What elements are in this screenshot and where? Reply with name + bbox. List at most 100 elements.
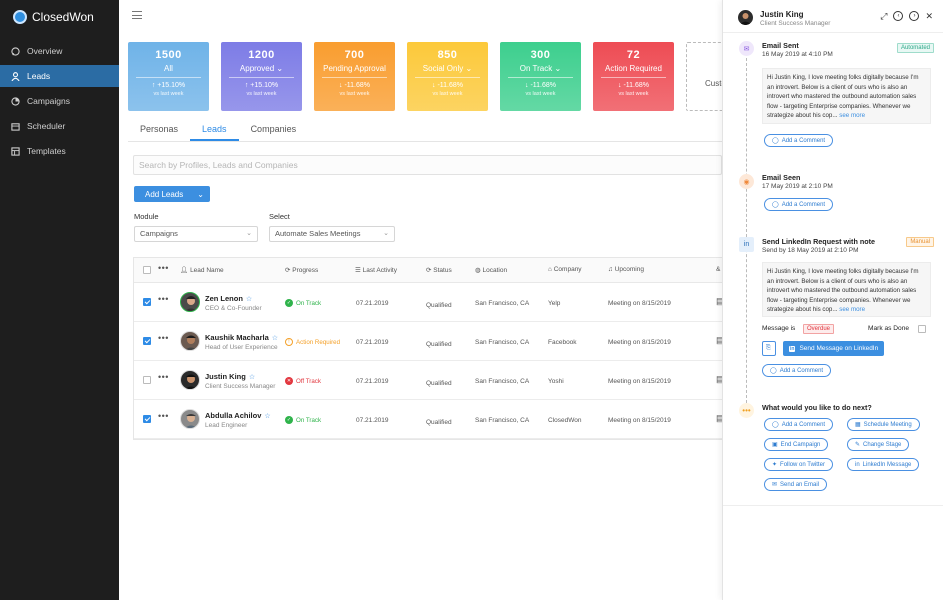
calendar-icon: ▦ — [855, 422, 861, 428]
summary-cards: 1500 All ↑ +15.10% vs last week 1200 App… — [128, 42, 724, 111]
tab-leads[interactable]: Leads — [190, 118, 239, 141]
sidebar-item-scheduler[interactable]: Scheduler — [0, 115, 119, 137]
app-logo[interactable]: ClosedWon — [0, 0, 119, 34]
header-status[interactable]: ⟳ Status — [426, 266, 452, 274]
star-icon[interactable]: ☆ — [246, 296, 252, 303]
card-all[interactable]: 1500 All ↑ +15.10% vs last week — [128, 42, 209, 111]
card-percent: ↓ -11.68% — [431, 82, 463, 89]
last-activity: 07.21.2019 — [356, 339, 389, 346]
card-custom[interactable]: Custo — [686, 42, 724, 111]
header-last-activity[interactable]: ☰ Last Activity — [355, 266, 397, 274]
header-lead-name[interactable]: 👤︎ Lead Name — [180, 266, 224, 274]
company: Yoshi — [548, 378, 564, 385]
card-pending-approval[interactable]: 700 Pending Approval ↓ -11.68% vs last w… — [314, 42, 395, 111]
star-icon[interactable]: ☆ — [272, 335, 278, 342]
company: Facebook — [548, 339, 577, 346]
card-divider — [601, 77, 666, 78]
select-all-checkbox[interactable] — [143, 266, 151, 274]
sidebar-item-campaigns[interactable]: Campaigns — [0, 90, 119, 112]
timeline-line — [746, 58, 747, 403]
row-checkbox[interactable] — [143, 298, 151, 306]
tab-personas[interactable]: Personas — [128, 118, 190, 141]
send-linkedin-message-button[interactable]: in Send Message on LinkedIn — [783, 341, 885, 356]
schedule-meeting-button[interactable]: ▦ Schedule Meeting — [847, 418, 920, 431]
table-row[interactable]: ••• Zen Lenon ☆ CEO & Co-Founder ✓ On Trac… — [134, 283, 725, 322]
expand-icon[interactable]: ⤢ — [880, 11, 887, 22]
comment-icon: ◯ — [772, 138, 779, 144]
lead-role: Client Success Manager — [205, 383, 276, 390]
location: San Francisco, CA — [475, 378, 530, 385]
add-comment-button[interactable]: ◯ Add a Comment — [762, 364, 832, 377]
table-row[interactable]: ••• Abdulla Achilov ☆ Lead Engineer ✓ On T… — [134, 400, 725, 439]
campaign-select[interactable]: Automate Sales Meetings ⌄ — [269, 226, 395, 242]
add-comment-button[interactable]: ◯ Add a Comment — [764, 418, 834, 431]
star-icon[interactable]: ☆ — [249, 374, 255, 381]
module-select[interactable]: Campaigns ⌄ — [134, 226, 258, 242]
main-content: 1500 All ↑ +15.10% vs last week 1200 App… — [119, 0, 725, 600]
lead-name[interactable]: Abdulla Achilov ☆ — [205, 411, 271, 420]
header-location[interactable]: ◍ Location — [475, 266, 507, 274]
check-icon: ✓ — [285, 299, 293, 307]
tab-bar: Personas Leads Companies — [128, 118, 722, 142]
header-upcoming[interactable]: ♫︎ Upcoming — [608, 266, 644, 273]
status: Qualified — [426, 419, 452, 426]
chevron-down-icon[interactable]: ⌄ — [274, 64, 283, 73]
sidebar-item-templates[interactable]: Templates — [0, 140, 119, 162]
header-progress[interactable]: ⟳ Progress — [285, 266, 318, 274]
card-approved[interactable]: 1200 Approved ⌄ ↑ +15.10% vs last week — [221, 42, 302, 111]
add-comment-button[interactable]: ◯ Add a Comment — [764, 198, 834, 211]
sidebar-item-leads[interactable]: Leads — [0, 65, 119, 87]
sidebar-item-overview[interactable]: Overview — [0, 40, 119, 62]
linkedin-message-button[interactable]: in LinkedIn Message — [847, 458, 920, 471]
card-on-track[interactable]: 300 On Track ⌄ ↓ -11.68% vs last week — [500, 42, 581, 111]
row-checkbox[interactable] — [143, 337, 151, 345]
table-header: ••• 👤︎ Lead Name ⟳ Progress ☰ Last Activ… — [134, 258, 722, 283]
header-company[interactable]: ⌂ Company — [548, 266, 582, 273]
send-email-button[interactable]: ✉ Send an Email — [764, 478, 828, 491]
panel-divider — [723, 505, 943, 506]
table-row[interactable]: ••• Justin King ☆ Client Success Manager … — [134, 361, 725, 400]
row-checkbox[interactable] — [143, 376, 151, 384]
share-icon[interactable]: & — [716, 266, 720, 273]
lead-name[interactable]: Kaushik Macharla ☆ — [205, 333, 278, 342]
lead-name[interactable]: Justin King ☆ — [205, 372, 255, 381]
chevron-down-icon[interactable]: ⌄ — [552, 64, 561, 73]
previous-icon[interactable]: ‹ — [893, 11, 904, 21]
close-icon[interactable]: ✕ — [925, 11, 933, 22]
see-more-link[interactable]: see more — [839, 306, 865, 313]
upcoming: Meeting on 8/15/2019 — [608, 417, 671, 424]
search-input[interactable]: Search by Profiles, Leads and Companies — [133, 155, 722, 175]
location: San Francisco, CA — [475, 417, 530, 424]
next-icon[interactable]: › — [909, 11, 920, 21]
tab-companies[interactable]: Companies — [239, 118, 309, 141]
closedwon-logo-icon — [13, 10, 27, 24]
more-icon[interactable]: ••• — [158, 411, 169, 421]
status: Qualified — [426, 302, 452, 309]
panel-header: Justin King Client Success Manager ⤢ ‹ ›… — [723, 0, 943, 33]
mark-done-checkbox[interactable] — [918, 325, 926, 333]
alert-icon: ! — [285, 338, 293, 346]
card-action-required[interactable]: 72 Action Required ↓ -11.68% vs last wee… — [593, 42, 674, 111]
select-label: Select — [269, 212, 290, 221]
card-value: 850 — [437, 49, 458, 61]
follow-twitter-button[interactable]: ✦ Follow on Twitter — [764, 458, 833, 471]
add-leads-button[interactable]: Add Leads ⌄ — [134, 186, 210, 202]
end-campaign-button[interactable]: ▣ End Campaign — [764, 438, 829, 451]
star-icon[interactable]: ☆ — [264, 413, 270, 420]
calendar-icon — [11, 122, 20, 131]
menu-icon[interactable] — [132, 11, 142, 19]
table-row[interactable]: ••• Kaushik Macharla ☆ Head of User Exper… — [134, 322, 725, 361]
more-icon[interactable]: ••• — [158, 333, 169, 343]
lead-name[interactable]: Zen Lenon ☆ — [205, 294, 252, 303]
add-comment-button[interactable]: ◯ Add a Comment — [764, 134, 834, 147]
chevron-down-icon[interactable]: ⌄ — [463, 64, 472, 73]
more-icon[interactable]: ••• — [158, 372, 169, 382]
see-more-link[interactable]: see more — [839, 112, 865, 119]
card-divider — [229, 77, 294, 78]
copy-icon[interactable]: ⎘ — [762, 341, 776, 356]
card-social-only[interactable]: 850 Social Only ⌄ ↓ -11.68% vs last week — [407, 42, 488, 111]
more-icon[interactable]: ••• — [158, 263, 169, 273]
change-stage-button[interactable]: ✎ Change Stage — [847, 438, 910, 451]
more-icon[interactable]: ••• — [158, 294, 169, 304]
row-checkbox[interactable] — [143, 415, 151, 423]
